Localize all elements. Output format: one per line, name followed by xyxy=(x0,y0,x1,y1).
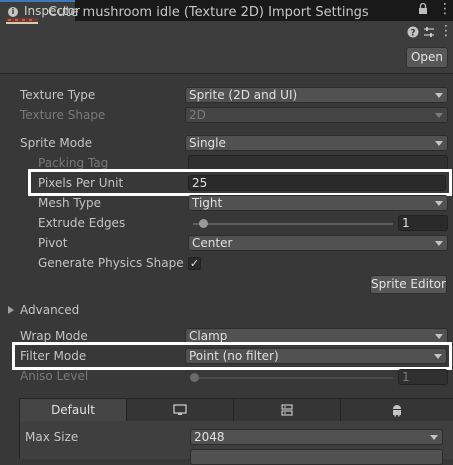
lock-icon[interactable] xyxy=(418,2,428,18)
sprite-mode-dropdown[interactable]: Single xyxy=(185,135,448,151)
svg-text:?: ? xyxy=(410,29,415,39)
chevron-down-icon xyxy=(435,113,443,118)
max-size-value: 2048 xyxy=(194,430,225,444)
chevron-down-icon xyxy=(435,141,443,146)
open-button[interactable]: Open xyxy=(406,47,448,68)
foldout-arrow-icon[interactable] xyxy=(8,306,14,314)
pivot-value: Center xyxy=(192,236,233,250)
mesh-type-label: Mesh Type xyxy=(38,196,101,210)
server-icon xyxy=(281,404,293,416)
import-settings-title: Cute mushroom idle (Texture 2D) Import S… xyxy=(48,5,369,20)
extrude-edges-label: Extrude Edges xyxy=(38,216,126,230)
sprite-editor-button[interactable]: Sprite Editor xyxy=(370,275,447,294)
packing-tag-label: Packing Tag xyxy=(38,156,109,170)
extrude-edges-slider-handle[interactable] xyxy=(199,219,208,228)
max-size-label: Max Size xyxy=(25,430,79,444)
kebab-menu-icon[interactable]: ⋮ xyxy=(438,1,452,17)
presets-icon[interactable] xyxy=(423,26,435,41)
kebab-menu-icon[interactable]: ⋮ xyxy=(439,23,453,39)
generate-physics-shape-checkbox[interactable]: ✓ xyxy=(188,257,201,270)
chevron-down-icon xyxy=(435,201,443,206)
tab-platform-server[interactable] xyxy=(234,399,341,421)
texture-type-dropdown[interactable]: Sprite (2D and UI) xyxy=(185,87,448,103)
filter-mode-value: Point (no filter) xyxy=(189,349,279,363)
pixels-per-unit-label: Pixels Per Unit xyxy=(38,176,124,190)
texture-type-value: Sprite (2D and UI) xyxy=(189,88,298,102)
wrap-mode-value: Clamp xyxy=(189,329,228,343)
filter-mode-label: Filter Mode xyxy=(20,349,87,363)
texture-shape-value: 2D xyxy=(189,108,206,122)
aniso-level-label: Aniso Level xyxy=(20,369,89,383)
aniso-level-slider-handle xyxy=(190,373,199,382)
aniso-level-slider-track xyxy=(190,377,393,379)
chevron-down-icon xyxy=(435,241,443,246)
tab-platform-default[interactable]: Default xyxy=(20,399,127,421)
texture-shape-label: Texture Shape xyxy=(20,108,106,122)
pivot-label: Pivot xyxy=(38,236,68,250)
chevron-down-icon xyxy=(430,435,438,440)
pixels-per-unit-field[interactable]: 25 xyxy=(188,175,446,191)
aniso-level-field: 1 xyxy=(398,369,448,385)
texture-shape-dropdown: 2D xyxy=(185,107,448,123)
chevron-down-icon xyxy=(435,93,443,98)
chevron-down-icon xyxy=(435,334,443,339)
chevron-down-icon xyxy=(434,354,442,359)
advanced-foldout-label[interactable]: Advanced xyxy=(20,303,79,317)
mesh-type-dropdown[interactable]: Tight xyxy=(188,195,448,211)
android-icon xyxy=(393,405,401,417)
pivot-dropdown[interactable]: Center xyxy=(188,235,448,251)
texture-thumbnail xyxy=(6,18,38,24)
generate-physics-shape-label: Generate Physics Shape xyxy=(38,256,184,270)
tab-platform-standalone[interactable] xyxy=(127,399,234,421)
sprite-mode-label: Sprite Mode xyxy=(20,136,93,150)
texture-type-label: Texture Type xyxy=(20,88,96,102)
sprite-mode-value: Single xyxy=(189,136,226,150)
extrude-edges-slider-track[interactable] xyxy=(193,223,393,225)
filter-mode-dropdown[interactable]: Point (no filter) xyxy=(185,348,447,364)
checkmark-icon: ✓ xyxy=(189,257,200,270)
tab-platform-android[interactable] xyxy=(341,399,453,421)
extrude-edges-field[interactable]: 1 xyxy=(398,215,448,231)
wrap-mode-label: Wrap Mode xyxy=(20,329,88,343)
help-icon[interactable]: ? xyxy=(407,26,419,41)
monitor-icon xyxy=(173,404,187,415)
max-size-dropdown[interactable]: 2048 xyxy=(190,429,443,445)
mesh-type-value: Tight xyxy=(192,196,223,210)
next-setting-dropdown[interactable] xyxy=(190,449,443,465)
import-settings-header xyxy=(0,21,453,74)
